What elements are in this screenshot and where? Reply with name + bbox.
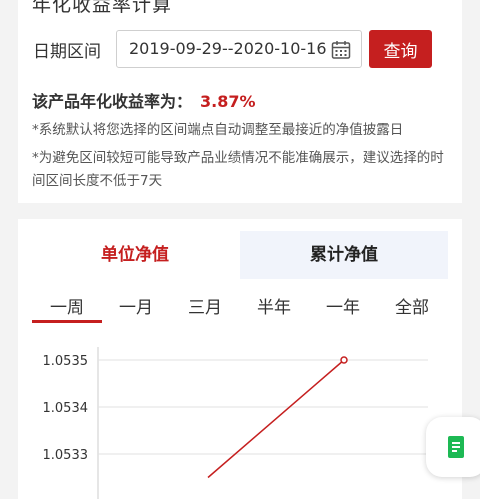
date-range-value: 2019-09-29--2020-10-16: [129, 39, 327, 58]
date-range-label: 日期区间: [33, 42, 101, 62]
nav-line-chart: 1.0535 1.0534 1.0533: [43, 347, 428, 499]
note-min-range: *为避免区间较短可能导致产品业绩情况不能准确展示，建议选择的时间区间长度不低于7…: [32, 150, 444, 189]
document-icon: [448, 436, 464, 458]
date-range-input[interactable]: 2019-09-29--2020-10-16: [116, 30, 362, 68]
annualized-rate-value: 3.87%: [200, 92, 256, 111]
series-line: [207, 359, 345, 479]
floating-note-button[interactable]: [426, 417, 480, 477]
y-tick-label: 1.0533: [43, 448, 89, 463]
y-tick-label: 1.0535: [43, 354, 89, 369]
annualized-rate: 该产品年化收益率为： 3.87%: [32, 88, 256, 112]
annualized-rate-label: 该产品年化收益率为：: [32, 92, 193, 111]
query-button[interactable]: 查询: [369, 30, 432, 68]
y-tick-label: 1.0534: [43, 401, 89, 416]
calculator-title: 年化收益率计算: [32, 0, 173, 16]
note-auto-adjust: *系统默认将您选择的区间端点自动调整至最接近的净值披露日: [32, 122, 404, 138]
nav-chart-card: 单位净值 累计净值 一周 一月 三月 半年 一年 全部 1.0535 1.0534…: [18, 219, 462, 499]
data-point: [340, 356, 348, 364]
calendar-icon[interactable]: [331, 40, 351, 60]
return-calculator-card: 年化收益率计算 日期区间 2019-09-29--2020-10-16 查询 该…: [18, 0, 462, 203]
